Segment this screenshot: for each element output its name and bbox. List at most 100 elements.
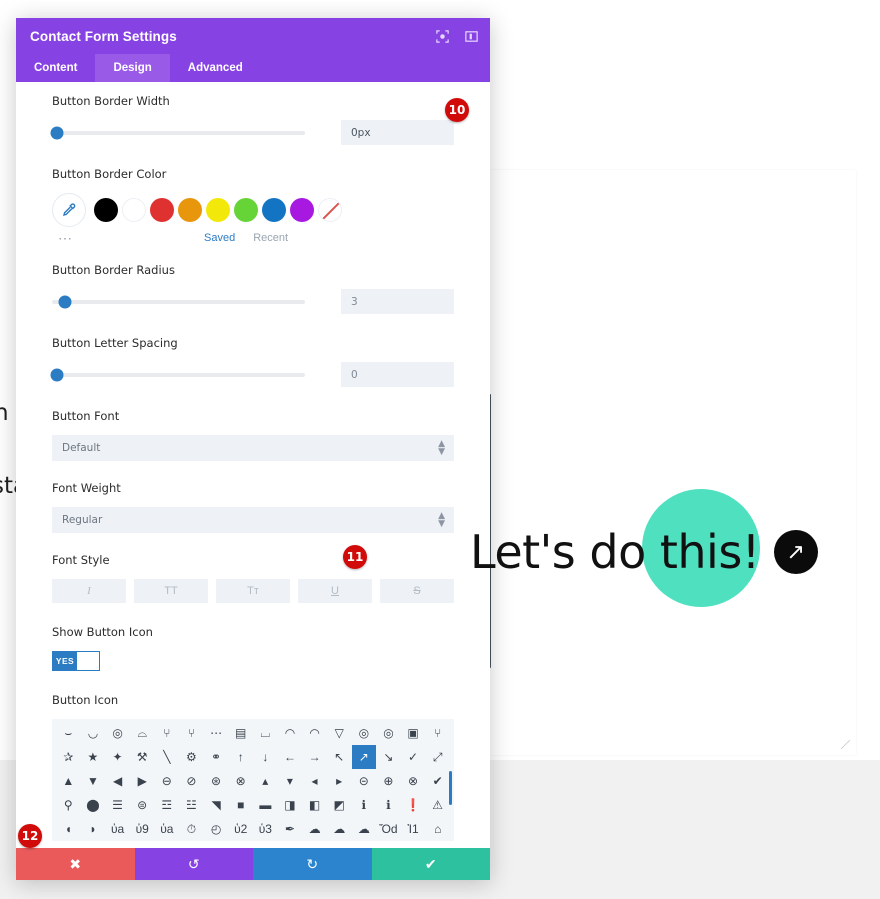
slider-button-letter-spacing[interactable]: [50, 368, 305, 381]
slider-knob[interactable]: [50, 126, 64, 139]
icon-grid-cell[interactable]: ☁: [327, 817, 352, 841]
icon-grid-cell[interactable]: ▤: [228, 721, 253, 745]
icon-grid-scrollbar[interactable]: [449, 771, 452, 805]
icon-grid-cell[interactable]: ⚭: [204, 745, 229, 769]
icon-grid-cell[interactable]: ◎: [352, 721, 377, 745]
swatch-blue[interactable]: [262, 198, 286, 222]
icon-grid-cell[interactable]: ╲: [155, 745, 180, 769]
arrow-up-right-icon[interactable]: ↗: [773, 530, 818, 574]
icon-grid-cell[interactable]: ⌂: [425, 817, 450, 841]
tab-design[interactable]: Design: [95, 54, 170, 82]
font-style-uppercase-button[interactable]: TT: [134, 579, 208, 603]
icon-grid-cell[interactable]: Ὄd: [376, 817, 401, 841]
icon-grid-cell[interactable]: ◠: [278, 721, 303, 745]
resize-handle-icon[interactable]: [840, 739, 850, 749]
swatch-white[interactable]: [122, 198, 146, 222]
swatch-yellow[interactable]: [206, 198, 230, 222]
swatch-red[interactable]: [150, 198, 174, 222]
icon-grid-cell[interactable]: ⊗: [401, 769, 426, 793]
icon-grid-cell[interactable]: ◗: [81, 817, 106, 841]
icon-grid-cell[interactable]: ✒: [278, 817, 303, 841]
icon-grid-cell[interactable]: ▴: [253, 769, 278, 793]
icon-grid-cell[interactable]: ⌴: [253, 721, 278, 745]
redo-button[interactable]: ↻: [253, 848, 372, 880]
font-style-underline-button[interactable]: U: [298, 579, 372, 603]
swatch-transparent[interactable]: [318, 198, 342, 222]
icon-grid-cell[interactable]: ■: [228, 793, 253, 817]
icon-grid-cell[interactable]: ⑂: [425, 721, 450, 745]
font-style-italic-button[interactable]: I: [52, 579, 126, 603]
icon-grid-cell[interactable]: ▾: [278, 769, 303, 793]
icon-grid-cell[interactable]: ⚙: [179, 745, 204, 769]
icon-grid-cell[interactable]: ▼: [81, 769, 106, 793]
icon-grid-cell[interactable]: ⌣: [56, 721, 81, 745]
icon-grid-cell[interactable]: ✓: [401, 745, 426, 769]
icon-grid-cell[interactable]: ⏱: [179, 817, 204, 841]
icon-grid-cell[interactable]: ☁: [352, 817, 377, 841]
tab-advanced[interactable]: Advanced: [170, 54, 261, 82]
fullscreen-icon[interactable]: [434, 28, 451, 45]
icon-grid-cell[interactable]: ◀: [105, 769, 130, 793]
slider-knob[interactable]: [50, 368, 64, 381]
input-button-letter-spacing[interactable]: 0: [340, 362, 454, 387]
icon-grid-cell[interactable]: ⚒: [130, 745, 155, 769]
icon-grid-cell[interactable]: ⋯: [204, 721, 229, 745]
icon-grid-cell[interactable]: ὑ2: [228, 817, 253, 841]
icon-grid-cell[interactable]: ☰: [105, 793, 130, 817]
tab-content[interactable]: Content: [16, 54, 95, 82]
icon-grid-cell[interactable]: ◠: [302, 721, 327, 745]
icon-grid-cell[interactable]: ℹ: [376, 793, 401, 817]
swatch-green[interactable]: [234, 198, 258, 222]
cancel-button[interactable]: ✖: [16, 848, 135, 880]
icon-grid-cell[interactable]: ▲: [56, 769, 81, 793]
icon-grid-cell[interactable]: ❗: [401, 793, 426, 817]
undo-button[interactable]: ↺: [134, 848, 253, 880]
save-button[interactable]: ✔: [371, 848, 490, 880]
saved-colors-link[interactable]: Saved: [204, 232, 235, 244]
font-style-smallcaps-button[interactable]: Tᴛ: [216, 579, 290, 603]
icon-grid-cell[interactable]: ὐ9: [130, 817, 155, 841]
icon-grid-cell[interactable]: ☲: [155, 793, 180, 817]
toggle-show-button-icon[interactable]: YES: [52, 651, 100, 671]
slider-knob[interactable]: [58, 295, 72, 308]
recent-colors-link[interactable]: Recent: [253, 232, 288, 244]
icon-grid-cell[interactable]: ὐa: [155, 817, 180, 841]
icon-grid-cell[interactable]: ▬: [253, 793, 278, 817]
swatch-orange[interactable]: [178, 198, 202, 222]
icon-grid-cell[interactable]: ↑: [228, 745, 253, 769]
font-style-strikethrough-button[interactable]: S: [380, 579, 454, 603]
icon-grid-cell[interactable]: ⊜: [130, 793, 155, 817]
icon-grid-cell[interactable]: ⊖: [155, 769, 180, 793]
icon-grid-cell[interactable]: ◂: [302, 769, 327, 793]
more-colors-icon[interactable]: ⋯: [58, 230, 73, 247]
icon-grid-cell[interactable]: ◥: [204, 793, 229, 817]
icon-grid-cell[interactable]: ↓: [253, 745, 278, 769]
icon-grid-cell[interactable]: Ἰ1: [401, 817, 426, 841]
icon-grid-cell[interactable]: ↘: [376, 745, 401, 769]
icon-grid-cell[interactable]: ◨: [278, 793, 303, 817]
swatch-purple[interactable]: [290, 198, 314, 222]
icon-grid-cell[interactable]: ✰: [56, 745, 81, 769]
icon-grid-cell[interactable]: ◩: [327, 793, 352, 817]
icon-grid-cell[interactable]: ★: [81, 745, 106, 769]
input-button-border-width[interactable]: 0px: [340, 120, 454, 145]
icon-grid-cell[interactable]: ◡: [81, 721, 106, 745]
icon-grid-cell[interactable]: ◴: [204, 817, 229, 841]
panel-layout-icon[interactable]: [463, 28, 480, 45]
icon-grid-cell[interactable]: ⊕: [376, 769, 401, 793]
icon-grid-cell[interactable]: ⚲: [56, 793, 81, 817]
icon-grid-cell[interactable]: ὑ3: [253, 817, 278, 841]
icon-grid-cell[interactable]: ▸: [327, 769, 352, 793]
icon-grid-cell[interactable]: ⚠: [425, 793, 450, 817]
button-icon-picker[interactable]: ⌣ ◡ ◎ ⌓ ⑂ ⑂ ⋯ ▤ ⌴ ◠ ◠ ▽ ◎ ◎ ▣ ⑂ ✰ ★ ✦ ⚒ ╲ ⚙ ⚭ ↑ ↓ ← → ↖ ↗ ↘ ✓ ⤢ ▲ ▼ ◀ ▶ ⊖ ⊘ ⊛ ⊗…: [52, 719, 454, 841]
icon-grid-cell[interactable]: ✦: [105, 745, 130, 769]
icon-grid-cell[interactable]: ⤢: [425, 745, 450, 769]
eyedropper-icon[interactable]: [52, 193, 86, 227]
icon-grid-cell[interactable]: ⊛: [204, 769, 229, 793]
icon-grid-cell[interactable]: ◎: [105, 721, 130, 745]
icon-grid-cell[interactable]: ⌓: [130, 721, 155, 745]
input-button-border-radius[interactable]: 3: [340, 289, 454, 314]
icon-grid-cell[interactable]: ◧: [302, 793, 327, 817]
icon-grid-cell[interactable]: ℹ: [352, 793, 377, 817]
icon-grid-cell[interactable]: ◖: [56, 817, 81, 841]
